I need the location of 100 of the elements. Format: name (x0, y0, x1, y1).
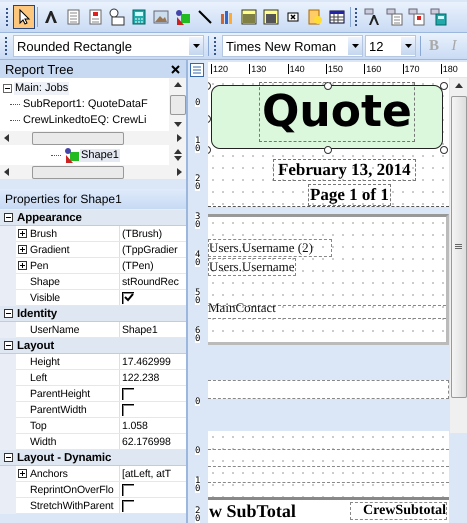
scroll-down-icon[interactable] (174, 156, 182, 161)
collapse-icon[interactable] (3, 84, 12, 92)
category-title: Layout (17, 340, 54, 352)
image-icon (152, 8, 170, 26)
property-name: Height (30, 356, 60, 368)
ruler-label: 160 (364, 64, 382, 74)
ruler-label: 170 (402, 64, 420, 74)
selection-handle[interactable] (440, 82, 448, 90)
ruler-label: 40 (195, 251, 200, 267)
property-value[interactable]: 122.238 (122, 372, 160, 384)
collapse-icon[interactable] (4, 309, 13, 318)
property-name: Visible (30, 292, 60, 304)
data-field[interactable]: Users.Username (2) (208, 239, 332, 257)
expand-icon[interactable] (18, 469, 27, 478)
checkbox[interactable] (122, 484, 134, 496)
ruler-label: 10 (195, 137, 200, 153)
panel-title: Report Tree (5, 62, 74, 76)
checkbox[interactable] (122, 404, 134, 416)
property-value[interactable]: (TBrush) (122, 228, 162, 240)
ruler-label: 0 (195, 447, 200, 455)
scroll-up-icon[interactable] (454, 83, 462, 88)
selection-handle[interactable] (440, 146, 448, 154)
tree-item[interactable]: CrewLinkedtoEQ: CrewLi (22, 114, 148, 126)
font-size-dropdown[interactable]: 12 (365, 35, 416, 57)
property-name: Left (30, 372, 48, 384)
property-name: ReprintOnOverFlo (30, 484, 114, 496)
property-value[interactable]: stRoundRec (122, 276, 179, 288)
calc-icon (130, 8, 148, 26)
property-name: Gradient (30, 244, 70, 256)
table-icon (328, 8, 346, 26)
property-name: Top (30, 420, 47, 432)
scrollbar[interactable] (0, 131, 186, 145)
ruler-label: 140 (288, 64, 305, 74)
scroll-up-icon[interactable] (174, 82, 182, 87)
ruler-icon[interactable] (190, 63, 204, 77)
property-value[interactable]: (TPen) (122, 260, 154, 272)
property-name: Anchors (30, 468, 68, 480)
dropdown-arrow-icon (192, 44, 200, 48)
tree-item[interactable]: SubReport1: QuoteDataF (22, 98, 149, 110)
date-label[interactable]: February 13, 2014 (273, 159, 416, 181)
selection-handle[interactable] (324, 146, 332, 154)
scroll-left-icon[interactable] (4, 168, 9, 176)
collapse-icon[interactable] (4, 341, 13, 350)
shape-icon (63, 147, 80, 164)
data-calc-icon (430, 8, 448, 26)
tree-item[interactable]: Shape1 (80, 149, 120, 162)
property-value[interactable]: 62.176998 (122, 436, 171, 448)
ruler-label: 10 (195, 477, 200, 493)
property-value[interactable]: Shape1 (122, 324, 158, 336)
font-name-dropdown[interactable]: Times New Roman (222, 35, 363, 57)
category-title: Identity (17, 308, 58, 320)
tool-button[interactable] (13, 5, 35, 29)
property-name: Width (30, 436, 56, 448)
grip-icon (455, 244, 462, 250)
property-name: Brush (30, 228, 57, 240)
scrollbar[interactable] (0, 165, 186, 179)
collapse-icon[interactable] (4, 453, 13, 462)
property-value[interactable]: (TppGradier (122, 244, 178, 256)
subtotal-label[interactable]: w SubTotal (209, 501, 296, 522)
ruler-label: 20 (195, 175, 200, 191)
ruler-label: 0 (195, 398, 200, 406)
scroll-right-icon[interactable] (177, 134, 182, 142)
category-title: Appearance (17, 212, 82, 224)
dropdown-arrow-icon (404, 44, 412, 48)
property-name: Shape (30, 276, 60, 288)
property-value[interactable]: 1.058 (122, 420, 148, 432)
report-title[interactable]: Quote (259, 82, 415, 142)
property-name: Pen (30, 260, 48, 272)
expand-icon[interactable] (18, 229, 27, 238)
property-value[interactable]: [atLeft, atT (122, 468, 171, 480)
scroll-down-icon[interactable] (174, 122, 182, 127)
checkbox[interactable] (122, 292, 134, 304)
close-icon[interactable] (171, 64, 180, 74)
scrollbar[interactable] (169, 78, 186, 131)
checkbox[interactable] (122, 388, 134, 400)
scrollbar[interactable] (450, 78, 467, 433)
tree-item[interactable]: Main: Jobs (14, 82, 70, 94)
expand-icon[interactable] (18, 261, 27, 270)
ruler-label: 120 (211, 64, 228, 74)
subtotal-field[interactable]: CrewSubtotal (350, 502, 447, 520)
scroll-left-icon[interactable] (4, 134, 9, 142)
scroll-up-icon[interactable] (174, 149, 182, 154)
dropdown-arrow-icon (352, 44, 358, 48)
checkbox[interactable] (122, 500, 134, 512)
rounded-rectangle-shape[interactable] (211, 85, 443, 149)
data-field[interactable]: Users.Username (208, 258, 296, 276)
expand-icon[interactable] (18, 245, 27, 254)
ruler-label: 60 (195, 327, 200, 343)
property-name: UserName (30, 324, 80, 336)
shape-type-dropdown[interactable]: Rounded Rectangle (13, 35, 204, 57)
category-title: Layout - Dynamic (17, 452, 112, 464)
collapse-icon[interactable] (4, 213, 13, 222)
data-field[interactable]: MainContact (208, 300, 276, 316)
scroll-right-icon[interactable] (177, 168, 182, 176)
ruler-label: 0 (195, 99, 200, 107)
property-value[interactable]: 17.462999 (122, 356, 171, 368)
shape-icon (174, 8, 192, 26)
page-number-label[interactable]: Page 1 of 1 (308, 184, 391, 206)
barcode-2d-icon (262, 8, 280, 26)
data-memo-icon (386, 8, 404, 26)
